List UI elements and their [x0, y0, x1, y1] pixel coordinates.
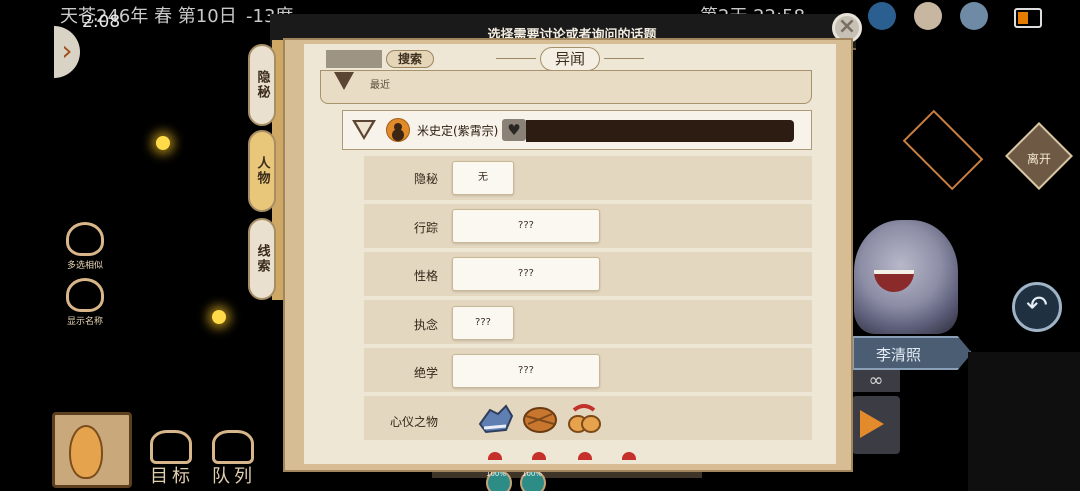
pouch-icon[interactable] — [564, 402, 604, 436]
search-input[interactable] — [326, 50, 382, 68]
shuriken-decoration — [902, 109, 984, 191]
palette-icon[interactable] — [914, 2, 942, 30]
attribute-value[interactable]: 无 — [452, 161, 514, 195]
attribute-value[interactable]: ??? — [452, 257, 600, 291]
npc-name: 李清照 — [876, 346, 922, 364]
attribute-value[interactable]: ??? — [452, 306, 514, 340]
divider — [604, 58, 644, 59]
tab-news[interactable]: 异闻 — [540, 47, 600, 71]
attribute-value[interactable]: ??? — [452, 209, 600, 243]
inventory-gourd-slot[interactable] — [52, 412, 132, 488]
affinity-bar — [526, 120, 794, 142]
expand-left-arrow-button[interactable]: › — [54, 26, 80, 78]
multi-select-label: 多选相似 — [66, 261, 103, 271]
queue-icon[interactable] — [212, 430, 254, 464]
multi-select-tool[interactable]: 多选相似 — [60, 222, 110, 271]
npc-name-plate: 李清照 — [852, 336, 972, 370]
show-names-tool[interactable]: 显示名称 — [60, 278, 110, 327]
back-arrow-button[interactable]: ↶ — [1012, 282, 1062, 332]
tab-characters[interactable]: 人物 — [248, 130, 276, 212]
search-button[interactable]: 搜索 — [386, 50, 434, 68]
attribute-label: 心仪之物 — [389, 415, 438, 429]
show-names-label: 显示名称 — [66, 317, 103, 327]
expand-triangle-inner — [356, 122, 372, 136]
gear-icon[interactable] — [960, 2, 988, 30]
leave-label[interactable]: 离开 — [1016, 150, 1062, 167]
eye-icon — [66, 278, 104, 312]
target-label[interactable]: 目标 — [150, 462, 194, 488]
glow-orb — [156, 136, 170, 150]
basket-icon[interactable] — [520, 402, 560, 436]
play-button[interactable] — [852, 396, 900, 454]
shadow-panel — [968, 352, 1080, 491]
divider — [496, 58, 536, 59]
heart-icon: ♥ — [502, 119, 526, 141]
attribute-label: 绝学 — [413, 366, 438, 380]
attribute-label: 行踪 — [413, 221, 438, 235]
cloth-icon[interactable] — [476, 402, 516, 436]
gourd-icon — [69, 425, 103, 479]
tab-secrets[interactable]: 隐秘 — [248, 44, 276, 126]
phone-time: 2:08 — [82, 12, 121, 32]
red-tab-marker — [532, 452, 546, 460]
red-tab-marker — [622, 452, 636, 460]
queue-label[interactable]: 队列 — [212, 462, 256, 488]
recent-label: 最近 — [370, 80, 390, 91]
recent-section[interactable] — [320, 70, 812, 104]
target-icon[interactable] — [150, 430, 192, 464]
attribute-value[interactable]: ??? — [452, 354, 600, 388]
person-avatar-icon — [386, 118, 410, 142]
glow-orb — [212, 310, 226, 324]
battery-icon — [1014, 8, 1042, 28]
red-tab-marker — [488, 452, 502, 460]
attribute-label: 隐秘 — [413, 172, 438, 186]
tab-clues[interactable]: 线索 — [248, 218, 276, 300]
character-name: 米史定(紫霄宗) — [417, 124, 499, 138]
infinity-indicator: ∞ — [852, 370, 900, 392]
multi-select-icon — [66, 222, 104, 256]
red-tab-marker — [578, 452, 592, 460]
attribute-label: 执念 — [413, 318, 438, 332]
attribute-label: 性格 — [413, 269, 438, 283]
collapse-triangle-icon[interactable] — [334, 72, 354, 90]
